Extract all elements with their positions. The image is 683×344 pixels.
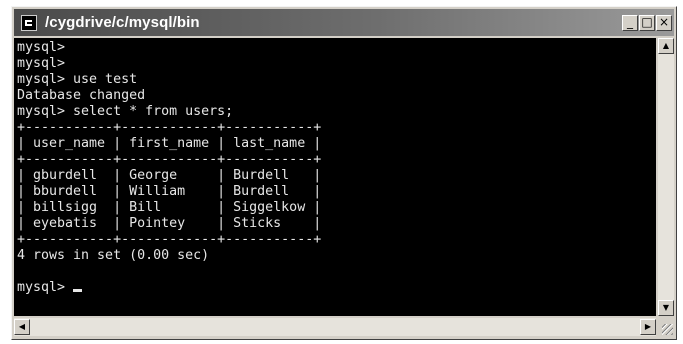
- terminal-line: | eyebatis | Pointey | Sticks |: [17, 216, 322, 231]
- terminal-line: Database changed: [17, 88, 146, 103]
- close-button[interactable]: ×: [656, 15, 672, 31]
- terminal-output[interactable]: mysql> mysql> mysql> use test Database c…: [14, 38, 656, 316]
- terminal-line: 4 rows in set (0.00 sec): [17, 248, 210, 263]
- terminal-window: /cygdrive/c/mysql/bin _ □ × mysql> mysql…: [11, 6, 677, 340]
- scroll-left-icon[interactable]: ◀: [14, 319, 30, 335]
- title-bar[interactable]: /cygdrive/c/mysql/bin _ □ ×: [14, 9, 674, 36]
- console-app-icon[interactable]: [21, 14, 37, 31]
- resize-grip-icon[interactable]: [658, 318, 674, 336]
- terminal-line: +-----------+------------+-----------+: [17, 232, 322, 247]
- terminal-line: | user_name | first_name | last_name |: [17, 136, 322, 151]
- terminal-line: mysql>: [17, 280, 74, 295]
- maximize-button[interactable]: □: [639, 15, 655, 31]
- terminal-line: | gburdell | George | Burdell |: [17, 168, 322, 183]
- terminal-line: mysql>: [17, 40, 66, 55]
- scroll-down-icon[interactable]: ▼: [658, 300, 674, 316]
- terminal-line: | bburdell | William | Burdell |: [17, 184, 322, 199]
- terminal-line: +-----------+------------+-----------+: [17, 120, 322, 135]
- text-cursor: [73, 289, 83, 292]
- vertical-scrollbar[interactable]: ▲ ▼: [658, 38, 674, 316]
- terminal-line: mysql> use test: [17, 72, 138, 87]
- terminal-line: mysql> select * from users;: [17, 104, 234, 119]
- window-title: /cygdrive/c/mysql/bin: [45, 14, 200, 31]
- horizontal-scrollbar[interactable]: ◀ ▶: [14, 318, 656, 336]
- scroll-up-icon[interactable]: ▲: [658, 38, 674, 54]
- terminal-line: +-----------+------------+-----------+: [17, 152, 322, 167]
- minimize-button[interactable]: _: [622, 15, 638, 31]
- terminal-line: mysql>: [17, 56, 66, 71]
- terminal-line: | billsigg | Bill | Siggelkow |: [17, 200, 322, 215]
- terminal-text: mysql> mysql> mysql> use test Database c…: [14, 38, 656, 296]
- scroll-right-icon[interactable]: ▶: [640, 319, 656, 335]
